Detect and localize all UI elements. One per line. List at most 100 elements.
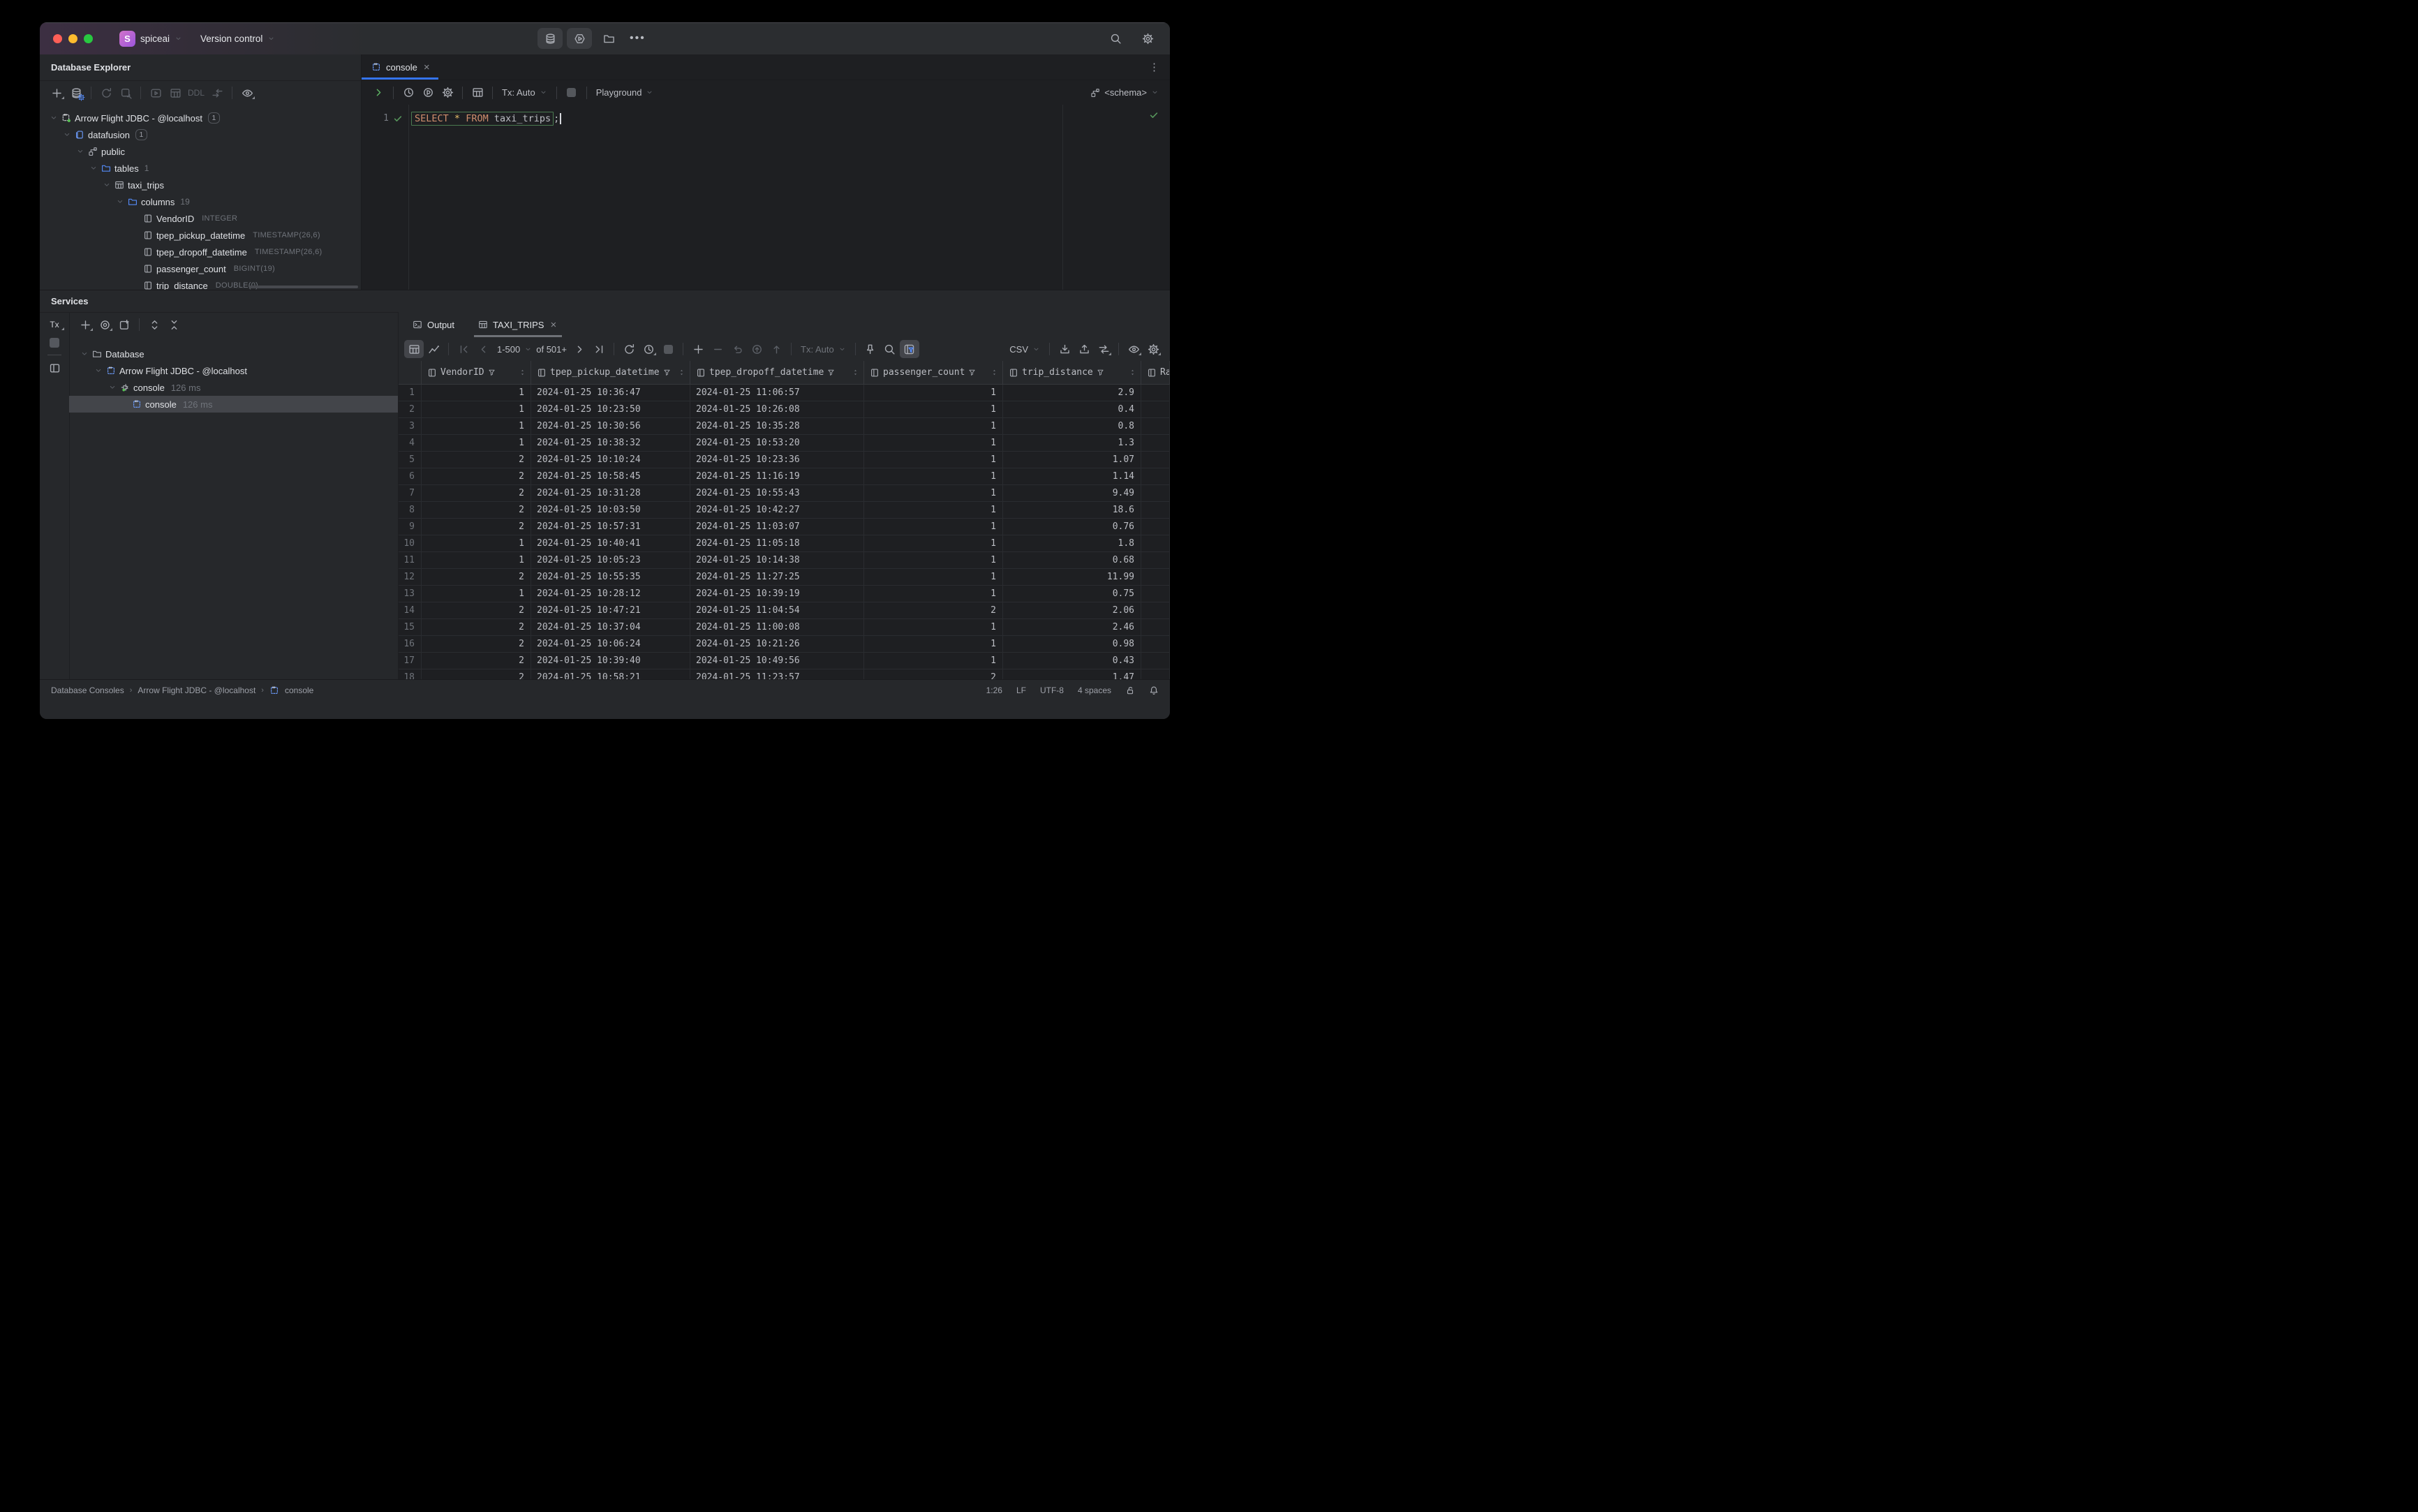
distance-cell[interactable]: 0.68 bbox=[1003, 552, 1141, 568]
rate-cell[interactable] bbox=[1141, 535, 1170, 551]
commit-button[interactable] bbox=[766, 340, 786, 358]
auto-refresh-button[interactable] bbox=[639, 340, 658, 358]
rate-cell[interactable] bbox=[1141, 502, 1170, 518]
pickup-cell[interactable]: 2024-01-25 10:31:28 bbox=[531, 485, 690, 501]
add-data-source-button[interactable] bbox=[47, 84, 66, 102]
search-everywhere-button[interactable] bbox=[1103, 28, 1128, 49]
table-row[interactable]: 15 2 2024-01-25 10:37:04 2024-01-25 11:0… bbox=[399, 619, 1170, 636]
passenger-cell[interactable]: 1 bbox=[864, 502, 1003, 518]
console-settings-button[interactable] bbox=[438, 84, 457, 102]
services-view-options-button[interactable] bbox=[95, 316, 114, 334]
distance-cell[interactable]: 0.43 bbox=[1003, 653, 1141, 669]
table-row[interactable]: 13 1 2024-01-25 10:28:12 2024-01-25 10:3… bbox=[399, 586, 1170, 602]
vendorid-cell[interactable]: 1 bbox=[422, 586, 531, 602]
rate-cell[interactable] bbox=[1141, 401, 1170, 417]
distance-cell[interactable]: 1.3 bbox=[1003, 435, 1141, 451]
breadcrumb-item[interactable]: Arrow Flight JDBC - @localhost bbox=[138, 685, 255, 695]
refresh-button[interactable] bbox=[96, 84, 116, 102]
rate-cell[interactable] bbox=[1141, 468, 1170, 484]
tx-strip-button[interactable]: Tx bbox=[47, 318, 65, 331]
table-row[interactable]: 9 2 2024-01-25 10:57:31 2024-01-25 11:03… bbox=[399, 519, 1170, 535]
table-row[interactable]: 7 2 2024-01-25 10:31:28 2024-01-25 10:55… bbox=[399, 485, 1170, 502]
col-header-distance[interactable]: trip_distance bbox=[1003, 361, 1141, 384]
distance-cell[interactable]: 0.98 bbox=[1003, 636, 1141, 652]
row-number-cell[interactable]: 8 bbox=[399, 502, 422, 518]
distance-cell[interactable]: 1.14 bbox=[1003, 468, 1141, 484]
pickup-cell[interactable]: 2024-01-25 10:28:12 bbox=[531, 586, 690, 602]
row-number-cell[interactable]: 17 bbox=[399, 653, 422, 669]
tree-item-table[interactable]: taxi_trips bbox=[40, 177, 361, 193]
distance-cell[interactable]: 0.4 bbox=[1003, 401, 1141, 417]
rate-cell[interactable] bbox=[1141, 519, 1170, 535]
row-number-cell[interactable]: 12 bbox=[399, 569, 422, 585]
passenger-cell[interactable]: 1 bbox=[864, 535, 1003, 551]
pickup-cell[interactable]: 2024-01-25 10:39:40 bbox=[531, 653, 690, 669]
rate-cell[interactable] bbox=[1141, 602, 1170, 618]
passenger-cell[interactable]: 1 bbox=[864, 401, 1003, 417]
vendorid-cell[interactable]: 1 bbox=[422, 535, 531, 551]
tree-item-column[interactable]: tpep_pickup_datetime TIMESTAMP(26,6) bbox=[40, 227, 361, 244]
export-format-select[interactable]: CSV bbox=[1005, 343, 1044, 356]
import-button[interactable] bbox=[1055, 340, 1074, 358]
pickup-cell[interactable]: 2024-01-25 10:10:24 bbox=[531, 452, 690, 468]
vendorid-cell[interactable]: 2 bbox=[422, 653, 531, 669]
vendorid-cell[interactable]: 2 bbox=[422, 636, 531, 652]
distance-cell[interactable]: 2.9 bbox=[1003, 385, 1141, 401]
vendorid-cell[interactable]: 2 bbox=[422, 619, 531, 635]
tree-item-schema[interactable]: public bbox=[40, 143, 361, 160]
tree-item-tables[interactable]: tables 1 bbox=[40, 160, 361, 177]
vendorid-cell[interactable]: 1 bbox=[422, 385, 531, 401]
settings-button[interactable] bbox=[1135, 28, 1160, 49]
results-tx-mode-select[interactable]: Tx: Auto bbox=[796, 343, 850, 356]
distance-cell[interactable]: 18.6 bbox=[1003, 502, 1141, 518]
pickup-cell[interactable]: 2024-01-25 10:47:21 bbox=[531, 602, 690, 618]
dropoff-cell[interactable]: 2024-01-25 11:27:25 bbox=[690, 569, 864, 585]
table-row[interactable]: 5 2 2024-01-25 10:10:24 2024-01-25 10:23… bbox=[399, 452, 1170, 468]
results-stop-button[interactable] bbox=[658, 340, 678, 358]
col-header-pickup[interactable]: tpep_pickup_datetime bbox=[531, 361, 690, 384]
horizontal-scrollbar[interactable] bbox=[249, 286, 358, 288]
expand-all-button[interactable] bbox=[144, 316, 164, 334]
table-row[interactable]: 4 1 2024-01-25 10:38:32 2024-01-25 10:53… bbox=[399, 435, 1170, 452]
project-widget[interactable]: S spiceai bbox=[105, 28, 186, 50]
open-console-button[interactable] bbox=[146, 84, 165, 102]
grid-view-button[interactable] bbox=[404, 340, 424, 358]
rate-cell[interactable] bbox=[1141, 385, 1170, 401]
passenger-cell[interactable]: 1 bbox=[864, 385, 1003, 401]
pickup-cell[interactable]: 2024-01-25 10:55:35 bbox=[531, 569, 690, 585]
tab-taxi-trips[interactable]: TAXI_TRIPS × bbox=[471, 312, 565, 337]
rate-cell[interactable] bbox=[1141, 569, 1170, 585]
dropoff-cell[interactable]: 2024-01-25 10:55:43 bbox=[690, 485, 864, 501]
filter-panel-button[interactable] bbox=[899, 340, 919, 358]
disconnect-button[interactable] bbox=[116, 84, 135, 102]
corner-cell[interactable] bbox=[399, 361, 422, 384]
tab-options-button[interactable]: ⋮ bbox=[1149, 61, 1160, 73]
passenger-cell[interactable]: 1 bbox=[864, 653, 1003, 669]
dropoff-cell[interactable]: 2024-01-25 10:21:26 bbox=[690, 636, 864, 652]
result-view-button[interactable] bbox=[468, 84, 487, 102]
row-number-cell[interactable]: 14 bbox=[399, 602, 422, 618]
vendorid-cell[interactable]: 2 bbox=[422, 452, 531, 468]
last-page-button[interactable] bbox=[589, 340, 609, 358]
next-page-button[interactable] bbox=[570, 340, 589, 358]
pickup-cell[interactable]: 2024-01-25 10:05:23 bbox=[531, 552, 690, 568]
close-tab-icon[interactable]: × bbox=[422, 62, 431, 73]
tree-item-column[interactable]: VendorID INTEGER bbox=[40, 210, 361, 227]
tree-item-column[interactable]: tpep_dropoff_datetime TIMESTAMP(26,6) bbox=[40, 244, 361, 260]
distance-cell[interactable]: 11.99 bbox=[1003, 569, 1141, 585]
caret-position[interactable]: 1:26 bbox=[986, 685, 1002, 695]
vendorid-cell[interactable]: 1 bbox=[422, 418, 531, 434]
rate-cell[interactable] bbox=[1141, 452, 1170, 468]
minimize-window-button[interactable] bbox=[68, 34, 77, 43]
col-header-passenger[interactable]: passenger_count bbox=[864, 361, 1003, 384]
passenger-cell[interactable]: 1 bbox=[864, 452, 1003, 468]
row-number-cell[interactable]: 6 bbox=[399, 468, 422, 484]
parameters-button[interactable] bbox=[418, 84, 438, 102]
row-number-cell[interactable]: 10 bbox=[399, 535, 422, 551]
row-number-cell[interactable]: 13 bbox=[399, 586, 422, 602]
pickup-cell[interactable]: 2024-01-25 10:03:50 bbox=[531, 502, 690, 518]
project-files-button[interactable] bbox=[596, 28, 621, 49]
dropoff-cell[interactable]: 2024-01-25 10:53:20 bbox=[690, 435, 864, 451]
first-page-button[interactable] bbox=[454, 340, 473, 358]
rate-cell[interactable] bbox=[1141, 586, 1170, 602]
